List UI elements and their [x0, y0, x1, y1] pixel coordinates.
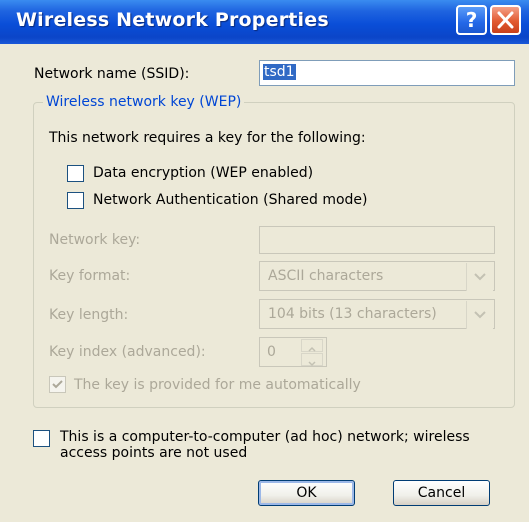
key-format-dropdown-button[interactable]	[466, 263, 493, 291]
network-auth-checkbox[interactable]	[67, 192, 84, 209]
key-length-dropdown[interactable]: 104 bits (13 characters)	[259, 299, 495, 329]
ssid-input[interactable]: tsd1	[259, 60, 515, 86]
checkmark-icon	[52, 380, 63, 389]
spin-up-icon[interactable]	[301, 339, 323, 352]
chevron-down-icon	[474, 311, 486, 319]
help-icon: ?	[465, 8, 478, 32]
key-length-value: 104 bits (13 characters)	[268, 306, 437, 322]
close-button[interactable]	[490, 5, 521, 35]
key-length-dropdown-button[interactable]	[466, 301, 493, 329]
key-format-label: Key format:	[49, 268, 131, 284]
network-key-input[interactable]	[259, 226, 495, 254]
data-encryption-label[interactable]: Data encryption (WEP enabled)	[93, 165, 313, 181]
key-index-value: 0	[267, 344, 276, 360]
close-icon	[497, 11, 514, 29]
key-length-label: Key length:	[49, 307, 129, 323]
key-index-spin-buttons[interactable]	[301, 339, 325, 367]
auto-key-checkbox[interactable]	[49, 376, 66, 393]
adhoc-label-line2[interactable]: access points are not used	[60, 445, 247, 461]
key-index-label: Key index (advanced):	[49, 344, 206, 360]
network-auth-label[interactable]: Network Authentication (Shared mode)	[93, 192, 368, 208]
help-button[interactable]: ?	[456, 5, 487, 35]
ssid-value: tsd1	[263, 64, 296, 80]
ssid-label: Network name (SSID):	[34, 66, 190, 82]
wep-group-legend: Wireless network key (WEP)	[43, 94, 245, 110]
chevron-down-icon	[474, 273, 486, 281]
spin-down-icon[interactable]	[301, 353, 323, 367]
title-bar[interactable]: Wireless Network Properties ?	[0, 0, 529, 44]
cancel-button[interactable]: Cancel	[393, 480, 490, 506]
key-index-spinner[interactable]: 0	[259, 337, 327, 367]
wep-intro-text: This network requires a key for the foll…	[49, 130, 366, 146]
auto-key-label: The key is provided for me automatically	[74, 377, 361, 393]
dialog-window: Wireless Network Properties ? Network na…	[0, 0, 529, 522]
ok-button[interactable]: OK	[258, 480, 355, 506]
data-encryption-checkbox[interactable]	[67, 165, 84, 182]
adhoc-label-line1[interactable]: This is a computer-to-computer (ad hoc) …	[60, 429, 470, 445]
key-format-dropdown[interactable]: ASCII characters	[259, 261, 495, 291]
window-title: Wireless Network Properties	[16, 9, 329, 31]
key-format-value: ASCII characters	[268, 268, 384, 284]
adhoc-checkbox[interactable]	[33, 430, 50, 447]
network-key-label: Network key:	[49, 232, 141, 248]
